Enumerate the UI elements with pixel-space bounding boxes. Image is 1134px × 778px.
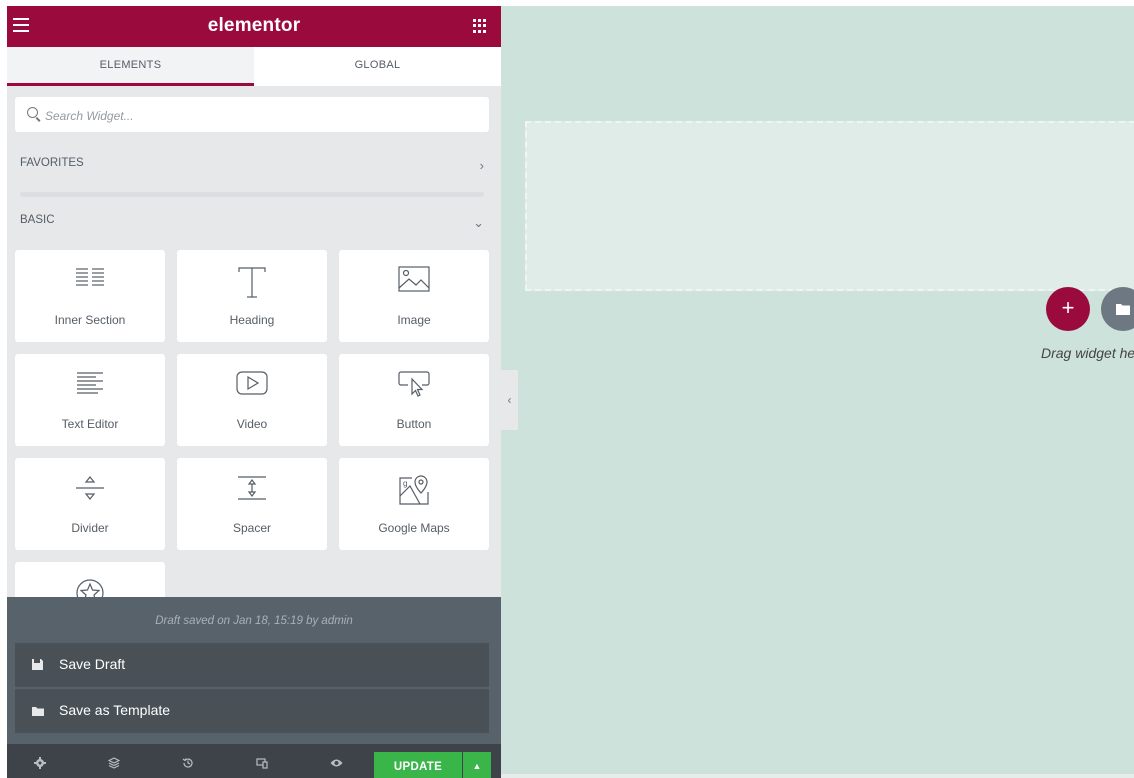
heading-icon [177,266,327,300]
add-section-dropzone[interactable]: + Drag widget here [525,121,1134,361]
save-icon [31,658,44,674]
grid-icon[interactable] [473,19,487,33]
widget-spacer[interactable]: Spacer [177,458,327,550]
widget-text-editor[interactable]: Text Editor [15,354,165,446]
editor-canvas: ‹ + Drag widget here [501,6,1134,778]
save-as-template-label: Save as Template [59,702,171,718]
widget-label: Google Maps [378,521,450,535]
widget-heading[interactable]: Heading [177,250,327,342]
elementor-logo: elementor [207,15,301,36]
widget-label: Image [397,313,431,327]
history-icon[interactable] [182,757,194,773]
update-button[interactable]: UPDATE [374,752,462,778]
category-favorites[interactable]: FAVORITES › [20,157,490,177]
chevron-up-icon[interactable]: ▲ [463,752,491,778]
svg-text:g: g [403,479,407,488]
canvas-bottom-strip [501,774,1134,778]
draft-status-text: Draft saved on Jan 18, 15:19 by admin [155,615,353,627]
save-draft-button[interactable]: Save Draft [15,643,489,687]
chevron-left-icon: ‹ [507,393,512,407]
tab-global[interactable]: GLOBAL [254,47,501,86]
search-input[interactable] [43,97,477,134]
search-icon [27,107,38,118]
editor-panel: elementor ELEMENTS GLOBAL FAVORITES › BA… [7,6,501,778]
bottom-toolbar: UPDATE ▲ [7,744,501,778]
widget-inner-section[interactable]: Inner Section [15,250,165,342]
folder-icon [1116,304,1130,315]
divider-icon [15,474,165,508]
widget-label: Spacer [232,521,272,535]
spacer-icon [177,474,327,508]
widget-label: Video [236,417,268,431]
save-options-menu: Draft saved on Jan 18, 15:19 by admin Sa… [7,597,501,744]
chevron-down-icon: ⌄ [473,215,484,230]
save-as-template-button[interactable]: Save as Template [15,689,489,733]
google-maps-icon: g [339,474,489,508]
tab-elements[interactable]: ELEMENTS [7,47,254,86]
widget-video[interactable]: Video [177,354,327,446]
navigator-icon[interactable] [107,757,121,773]
category-favorites-label: FAVORITES [20,157,84,169]
widget-label: Text Editor [61,417,119,431]
chevron-right-icon: › [479,158,484,173]
drop-zone-label: Drag widget here [1041,345,1134,361]
widget-image[interactable]: Image [339,250,489,342]
widget-google-maps[interactable]: g Google Maps [339,458,489,550]
text-editor-icon [15,370,165,404]
widget-label: Divider [71,521,109,535]
favorites-divider [20,192,484,197]
plus-icon: + [1061,295,1075,320]
inner-section-icon [15,266,165,300]
widget-label: Button [396,417,432,431]
add-template-button[interactable] [1101,287,1134,331]
panel-tabs: ELEMENTS GLOBAL [7,47,501,86]
panel-header: elementor [7,6,501,47]
search-box [15,97,489,134]
image-icon [339,266,489,300]
responsive-icon[interactable] [256,757,268,773]
widget-divider[interactable]: Divider [15,458,165,550]
category-basic-label: BASIC [20,214,55,226]
settings-icon[interactable] [34,757,46,773]
save-draft-label: Save Draft [59,656,126,672]
category-basic[interactable]: BASIC ⌄ [20,214,490,234]
folder-icon [31,704,45,720]
add-section-button[interactable]: + [1046,287,1090,331]
video-icon [177,370,327,404]
widget-button[interactable]: Button [339,354,489,446]
panel-collapse-toggle[interactable]: ‹ [501,370,518,430]
preview-icon[interactable] [330,757,343,773]
button-icon [339,370,489,404]
widget-label: Inner Section [54,313,126,327]
widget-label: Heading [229,313,275,327]
